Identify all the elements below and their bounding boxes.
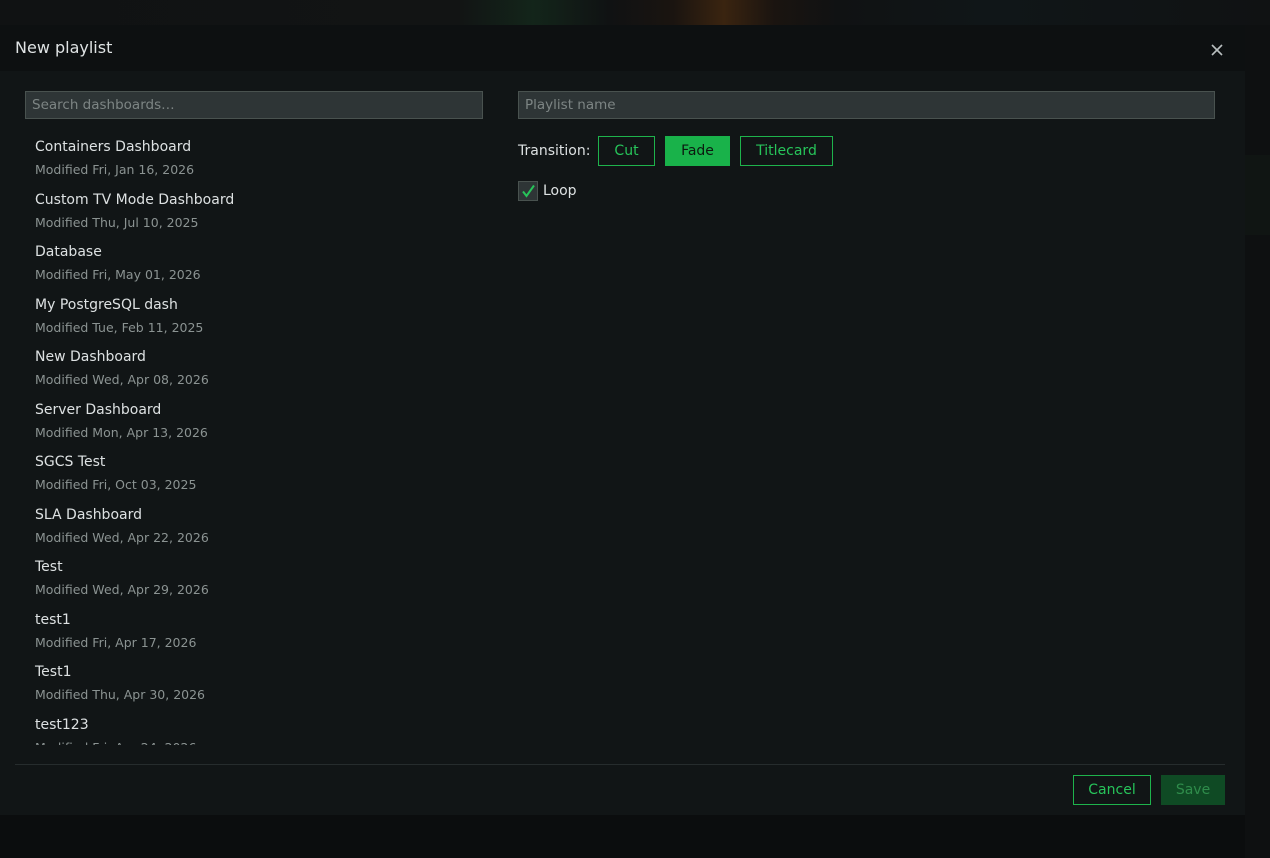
close-icon[interactable]: [1208, 41, 1226, 59]
dashboard-list-item[interactable]: SLA Dashboard Modified Wed, Apr 22, 2026: [25, 501, 485, 554]
dashboard-modified-date: Modified Thu, Apr 30, 2026: [35, 687, 206, 702]
transition-cut-button[interactable]: Cut: [598, 136, 655, 166]
dashboard-modified-date: Modified Wed, Apr 22, 2026: [35, 529, 209, 545]
dashboard-list-item[interactable]: My PostgreSQL dash Modified Tue, Feb 11, …: [25, 291, 485, 344]
loop-label[interactable]: Loop: [543, 183, 577, 199]
dashboard-modified-date: Modified Wed, Apr 29, 2026: [35, 582, 209, 597]
dashboard-list-item[interactable]: Database Modified Fri, May 01, 2026: [25, 238, 485, 291]
save-button[interactable]: Save: [1161, 775, 1225, 805]
dashboard-modified-date: Modified Wed, Apr 08, 2026: [35, 372, 209, 387]
dashboard-modified-date: Modified Fri, Apr 17, 2026: [35, 634, 197, 650]
transition-fade-button[interactable]: Fade: [665, 136, 730, 166]
dashboard-modified-date: Modified Fri, Jan 16, 2026: [35, 162, 195, 177]
dashboard-modified-date: Modified Fri, May 01, 2026: [35, 267, 201, 282]
dashboard-name: SGCS Test: [35, 454, 106, 470]
footer-divider: [15, 764, 1225, 765]
dialog-header: New playlist: [0, 25, 1245, 71]
search-dashboards-input[interactable]: [25, 91, 483, 119]
background-right-strip: [1245, 25, 1270, 858]
dashboard-list-item[interactable]: test123 Modified Fri, Apr 24, 2026: [25, 711, 485, 746]
background-app-strip: [0, 0, 1270, 25]
dashboard-name: New Dashboard: [35, 349, 146, 365]
new-playlist-dialog: New playlist Containers Dashboard Modifie…: [0, 25, 1245, 815]
dashboard-list-item[interactable]: test1 Modified Fri, Apr 17, 2026: [25, 606, 485, 659]
dashboard-list-item[interactable]: Test Modified Wed, Apr 29, 2026: [25, 553, 485, 606]
playlist-name-input[interactable]: [518, 91, 1215, 119]
dashboard-list-item[interactable]: Server Dashboard Modified Mon, Apr 13, 20…: [25, 396, 485, 449]
dashboard-name: Database: [35, 244, 102, 260]
dashboard-name: Test: [35, 559, 63, 575]
dashboard-name: Server Dashboard: [35, 401, 162, 418]
dashboard-modified-date: Modified Fri, Oct 03, 2025: [35, 477, 197, 492]
dashboard-modified-date: Modified Tue, Feb 11, 2025: [35, 319, 204, 335]
dashboard-list[interactable]: Containers Dashboard Modified Fri, Jan 16…: [25, 133, 485, 745]
dashboard-name: My PostgreSQL dash: [35, 296, 178, 313]
dashboard-list-item[interactable]: Custom TV Mode Dashboard Modified Thu, Ju…: [25, 186, 485, 239]
transition-titlecard-button[interactable]: Titlecard: [740, 136, 833, 166]
dashboard-modified-date: Modified Mon, Apr 13, 2026: [35, 424, 208, 440]
dashboard-list-item[interactable]: Containers Dashboard Modified Fri, Jan 16…: [25, 133, 485, 186]
dashboard-name: Containers Dashboard: [35, 139, 192, 155]
transition-label: Transition:: [518, 143, 591, 159]
dashboard-name: SLA Dashboard: [35, 506, 142, 523]
checkmark-icon: [522, 184, 535, 198]
dialog-title: New playlist: [15, 38, 113, 57]
dashboard-name: Test1: [35, 664, 72, 680]
dashboard-modified-date: Modified Thu, Jul 10, 2025: [35, 214, 199, 230]
dashboard-list-item[interactable]: Test1 Modified Thu, Apr 30, 2026: [25, 658, 485, 711]
dashboard-modified-date: Modified Fri, Apr 24, 2026: [35, 740, 196, 746]
dashboard-list-item[interactable]: New Dashboard Modified Wed, Apr 08, 2026: [25, 343, 485, 396]
cancel-button[interactable]: Cancel: [1073, 775, 1151, 805]
dashboard-name: test123: [35, 716, 89, 733]
background-panel-hint: [1245, 155, 1270, 235]
dashboard-name: Custom TV Mode Dashboard: [35, 191, 235, 208]
dashboard-name: test1: [35, 611, 71, 628]
dashboard-list-item[interactable]: SGCS Test Modified Fri, Oct 03, 2025: [25, 448, 485, 501]
loop-checkbox[interactable]: [518, 181, 538, 201]
